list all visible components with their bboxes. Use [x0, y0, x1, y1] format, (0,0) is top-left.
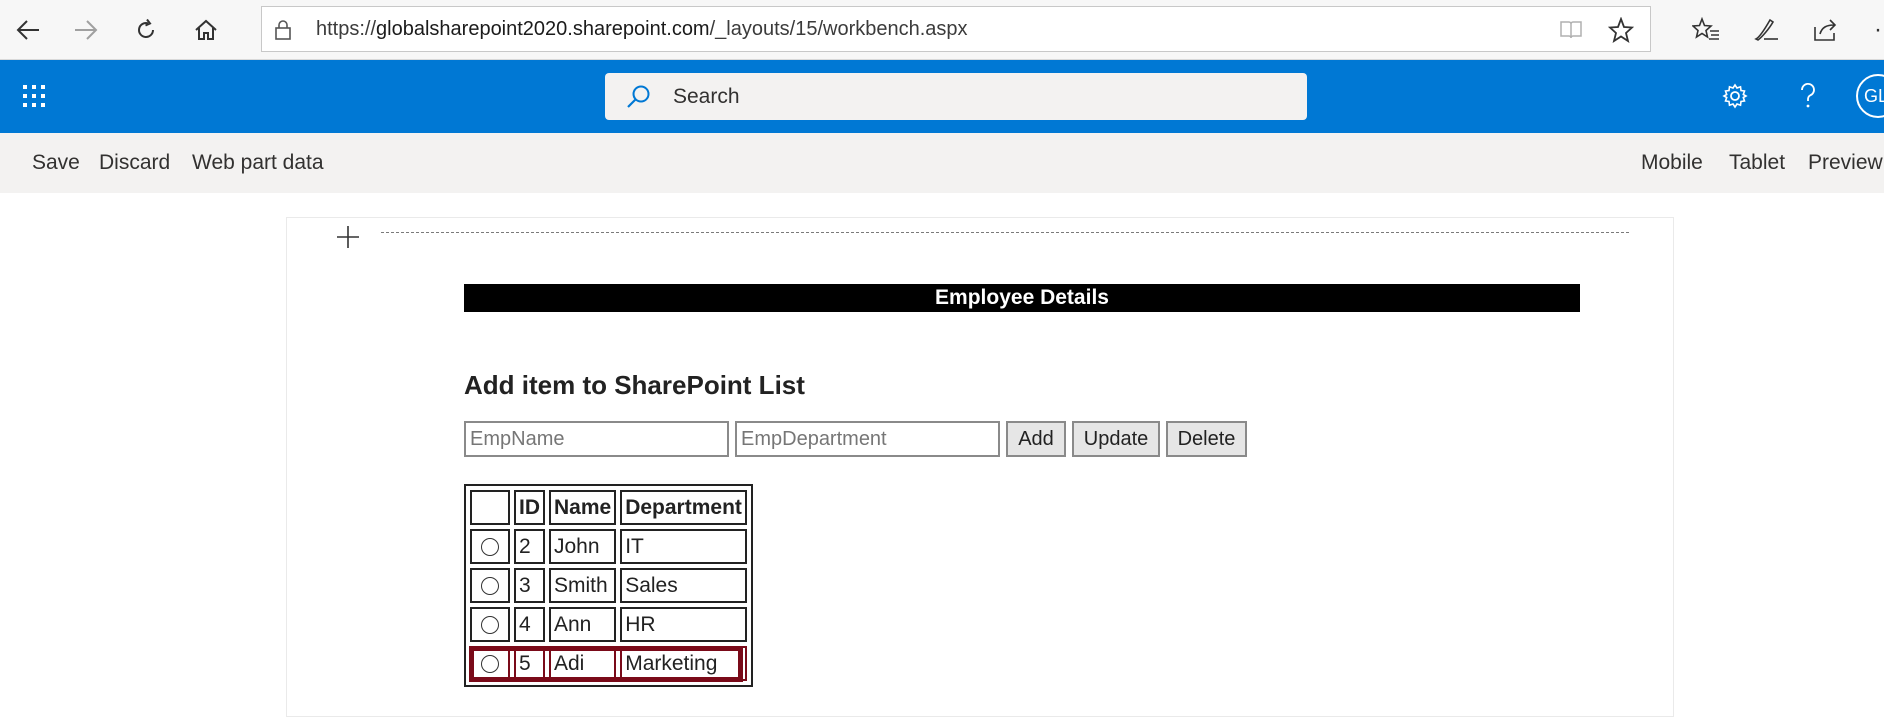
tablet-button[interactable]: Tablet — [1729, 133, 1785, 193]
cell-department: IT — [620, 529, 747, 564]
refresh-icon — [138, 18, 154, 38]
add-section-button[interactable] — [333, 222, 363, 252]
cell-name: Smith — [549, 568, 617, 603]
suite-bar: Search GL — [0, 60, 1884, 133]
back-arrow-icon — [16, 20, 39, 40]
plus-icon — [337, 226, 359, 248]
table-header-row: ID Name Department — [470, 490, 747, 525]
pen-icon — [1754, 18, 1778, 41]
url-scheme: https:// — [316, 18, 377, 40]
radio-button[interactable] — [481, 654, 499, 673]
cell-department: HR — [620, 607, 747, 642]
gear-icon — [1722, 83, 1748, 109]
search-input[interactable]: Search — [605, 73, 1307, 120]
cell-department: Sales — [620, 568, 747, 603]
column-header-id: ID — [514, 490, 545, 525]
emp-department-input[interactable] — [735, 421, 1000, 457]
settings-button[interactable] — [1715, 76, 1755, 116]
radio-button[interactable] — [481, 537, 499, 556]
employee-webpart: Employee Details Add item to SharePoint … — [464, 284, 1580, 687]
back-button[interactable] — [8, 10, 48, 50]
webpart-title: Add item to SharePoint List — [464, 370, 805, 400]
workbench-canvas: Employee Details Add item to SharePoint … — [286, 217, 1674, 717]
column-header-department: Department — [620, 490, 747, 525]
web-note-button[interactable] — [1746, 10, 1786, 50]
cell-id: 2 — [514, 529, 545, 564]
search-placeholder: Search — [673, 85, 740, 108]
url-path: /_layouts/15/workbench.aspx — [709, 18, 968, 40]
more-menu-button[interactable]: · — [1858, 10, 1884, 50]
row-select-cell[interactable] — [470, 529, 510, 564]
help-button[interactable] — [1788, 76, 1828, 116]
favorites-list-icon — [1692, 17, 1719, 40]
app-launcher-button[interactable] — [14, 76, 54, 116]
employee-table: ID Name Department 2 John IT 3 Smith Sal… — [464, 484, 753, 687]
cell-name: John — [549, 529, 617, 564]
url-host: globalsharepoint2020.sharepoint.com — [376, 18, 710, 40]
cell-name: Ann — [549, 607, 617, 642]
share-button[interactable] — [1806, 10, 1846, 50]
home-button[interactable] — [186, 10, 226, 50]
address-bar[interactable]: https://globalsharepoint2020.sharepoint.… — [261, 6, 1651, 52]
section-divider — [381, 232, 1629, 233]
preview-button[interactable]: Preview — [1808, 133, 1883, 193]
help-question-icon — [1801, 82, 1815, 108]
row-select-cell[interactable] — [470, 607, 510, 642]
delete-button[interactable]: Delete — [1166, 421, 1247, 457]
cell-department: Marketing — [620, 646, 747, 681]
emp-name-input[interactable] — [464, 421, 729, 457]
search-icon — [625, 83, 653, 111]
employee-table-wrapper: ID Name Department 2 John IT 3 Smith Sal… — [464, 484, 753, 687]
cell-id: 4 — [514, 607, 545, 642]
table-row: 3 Smith Sales — [470, 568, 747, 603]
radio-button[interactable] — [481, 615, 499, 634]
url-text[interactable]: https://globalsharepoint2020.sharepoint.… — [316, 7, 968, 51]
browser-toolbar: https://globalsharepoint2020.sharepoint.… — [0, 0, 1884, 60]
share-icon — [1814, 19, 1837, 41]
radio-button[interactable] — [481, 576, 499, 595]
lock-icon — [272, 19, 294, 41]
favorites-list-button[interactable] — [1686, 10, 1726, 50]
update-button[interactable]: Update — [1072, 421, 1160, 457]
web-part-data-button[interactable]: Web part data — [192, 133, 324, 193]
webpart-header: Employee Details — [464, 284, 1580, 312]
user-avatar[interactable]: GL — [1856, 74, 1884, 118]
save-button[interactable]: Save — [32, 133, 80, 193]
forward-arrow-icon — [75, 20, 98, 40]
favorite-star-icon[interactable] — [1607, 16, 1635, 44]
row-select-cell[interactable] — [470, 646, 510, 681]
refresh-button[interactable] — [126, 10, 166, 50]
cell-name: Adi — [549, 646, 617, 681]
waffle-icon — [23, 85, 45, 107]
cell-id: 3 — [514, 568, 545, 603]
table-row: 2 John IT — [470, 529, 747, 564]
table-row: 4 Ann HR — [470, 607, 747, 642]
column-header-name: Name — [549, 490, 617, 525]
add-button[interactable]: Add — [1006, 421, 1066, 457]
mobile-button[interactable]: Mobile — [1641, 133, 1703, 193]
workbench-command-bar: Save Discard Web part data Mobile Tablet… — [0, 133, 1884, 193]
cell-id: 5 — [514, 646, 545, 681]
row-select-cell[interactable] — [470, 568, 510, 603]
home-icon — [195, 19, 217, 40]
column-header-select — [470, 490, 510, 525]
discard-button[interactable]: Discard — [99, 133, 170, 193]
more-dots-icon: · — [1874, 16, 1882, 43]
reading-view-icon[interactable] — [1558, 17, 1584, 43]
table-row-highlighted: 5 Adi Marketing — [470, 646, 747, 681]
forward-button[interactable] — [66, 10, 106, 50]
